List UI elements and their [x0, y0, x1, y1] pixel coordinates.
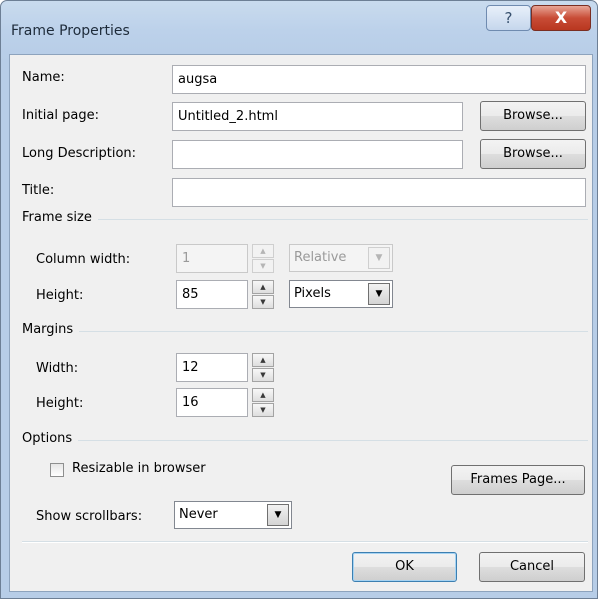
show-scrollbars-value: Never	[179, 507, 218, 522]
options-group-label: Options	[22, 431, 79, 446]
margin-width-label: Width:	[36, 361, 79, 376]
help-icon: ?	[504, 9, 513, 27]
long-description-browse-button[interactable]: Browse...	[480, 139, 586, 169]
help-button[interactable]: ?	[486, 5, 531, 31]
long-description-input[interactable]	[172, 140, 463, 169]
column-width-input: 1	[176, 244, 248, 273]
column-width-unit-value: Relative	[294, 250, 347, 265]
spin-down-icon[interactable]: ▼	[252, 368, 274, 382]
frame-size-group-label: Frame size	[22, 210, 98, 225]
resizable-checkbox[interactable]	[50, 463, 64, 477]
spin-down-icon: ▼	[252, 259, 274, 273]
window-title: Frame Properties	[11, 23, 130, 39]
chevron-down-icon[interactable]: ▼	[267, 504, 289, 526]
frame-size-divider	[22, 219, 588, 220]
title-label: Title:	[22, 183, 55, 198]
column-width-unit-select: Relative ▼	[289, 244, 393, 272]
initial-page-label: Initial page:	[22, 108, 99, 123]
options-divider	[22, 440, 588, 441]
spin-up-icon[interactable]: ▲	[252, 353, 274, 367]
margin-height-spinner[interactable]: ▲ ▼	[252, 388, 274, 417]
name-input[interactable]: augsa	[172, 65, 586, 94]
margin-width-spinner[interactable]: ▲ ▼	[252, 353, 274, 382]
margin-height-label: Height:	[36, 396, 84, 411]
spin-down-icon[interactable]: ▼	[252, 295, 274, 309]
margin-height-input[interactable]: 16	[176, 388, 248, 417]
frame-height-label: Height:	[36, 288, 84, 303]
column-width-spinner: ▲ ▼	[252, 244, 274, 273]
margins-divider	[22, 331, 588, 332]
column-width-label: Column width:	[36, 252, 131, 267]
name-label: Name:	[22, 70, 65, 85]
frames-page-button[interactable]: Frames Page...	[451, 465, 585, 495]
long-description-label: Long Description:	[22, 146, 137, 161]
frame-height-unit-value: Pixels	[294, 286, 331, 301]
show-scrollbars-label: Show scrollbars:	[36, 509, 143, 524]
frame-height-input[interactable]: 85	[176, 280, 248, 309]
resizable-label[interactable]: Resizable in browser	[72, 461, 206, 476]
frame-properties-dialog: Frame Properties ? X Name: augsa Initial…	[0, 0, 598, 599]
frame-height-unit-select[interactable]: Pixels ▼	[289, 280, 393, 308]
spin-down-icon[interactable]: ▼	[252, 403, 274, 417]
title-input[interactable]	[172, 178, 586, 207]
initial-page-input[interactable]: Untitled_2.html	[172, 102, 463, 131]
initial-page-browse-button[interactable]: Browse...	[480, 101, 586, 131]
footer-divider	[22, 541, 588, 543]
ok-button[interactable]: OK	[352, 552, 457, 582]
close-button[interactable]: X	[531, 5, 591, 31]
spin-up-icon[interactable]: ▲	[252, 280, 274, 294]
margin-width-input[interactable]: 12	[176, 353, 248, 382]
dialog-body: Name: augsa Initial page: Untitled_2.htm…	[9, 54, 593, 592]
cancel-button[interactable]: Cancel	[479, 552, 585, 582]
spin-up-icon[interactable]: ▲	[252, 388, 274, 402]
frame-height-spinner[interactable]: ▲ ▼	[252, 280, 274, 309]
close-icon: X	[554, 8, 568, 27]
chevron-down-icon[interactable]: ▼	[368, 283, 390, 305]
spin-up-icon: ▲	[252, 244, 274, 258]
margins-group-label: Margins	[22, 322, 80, 337]
show-scrollbars-select[interactable]: Never ▼	[174, 501, 292, 529]
chevron-down-icon: ▼	[368, 247, 390, 269]
